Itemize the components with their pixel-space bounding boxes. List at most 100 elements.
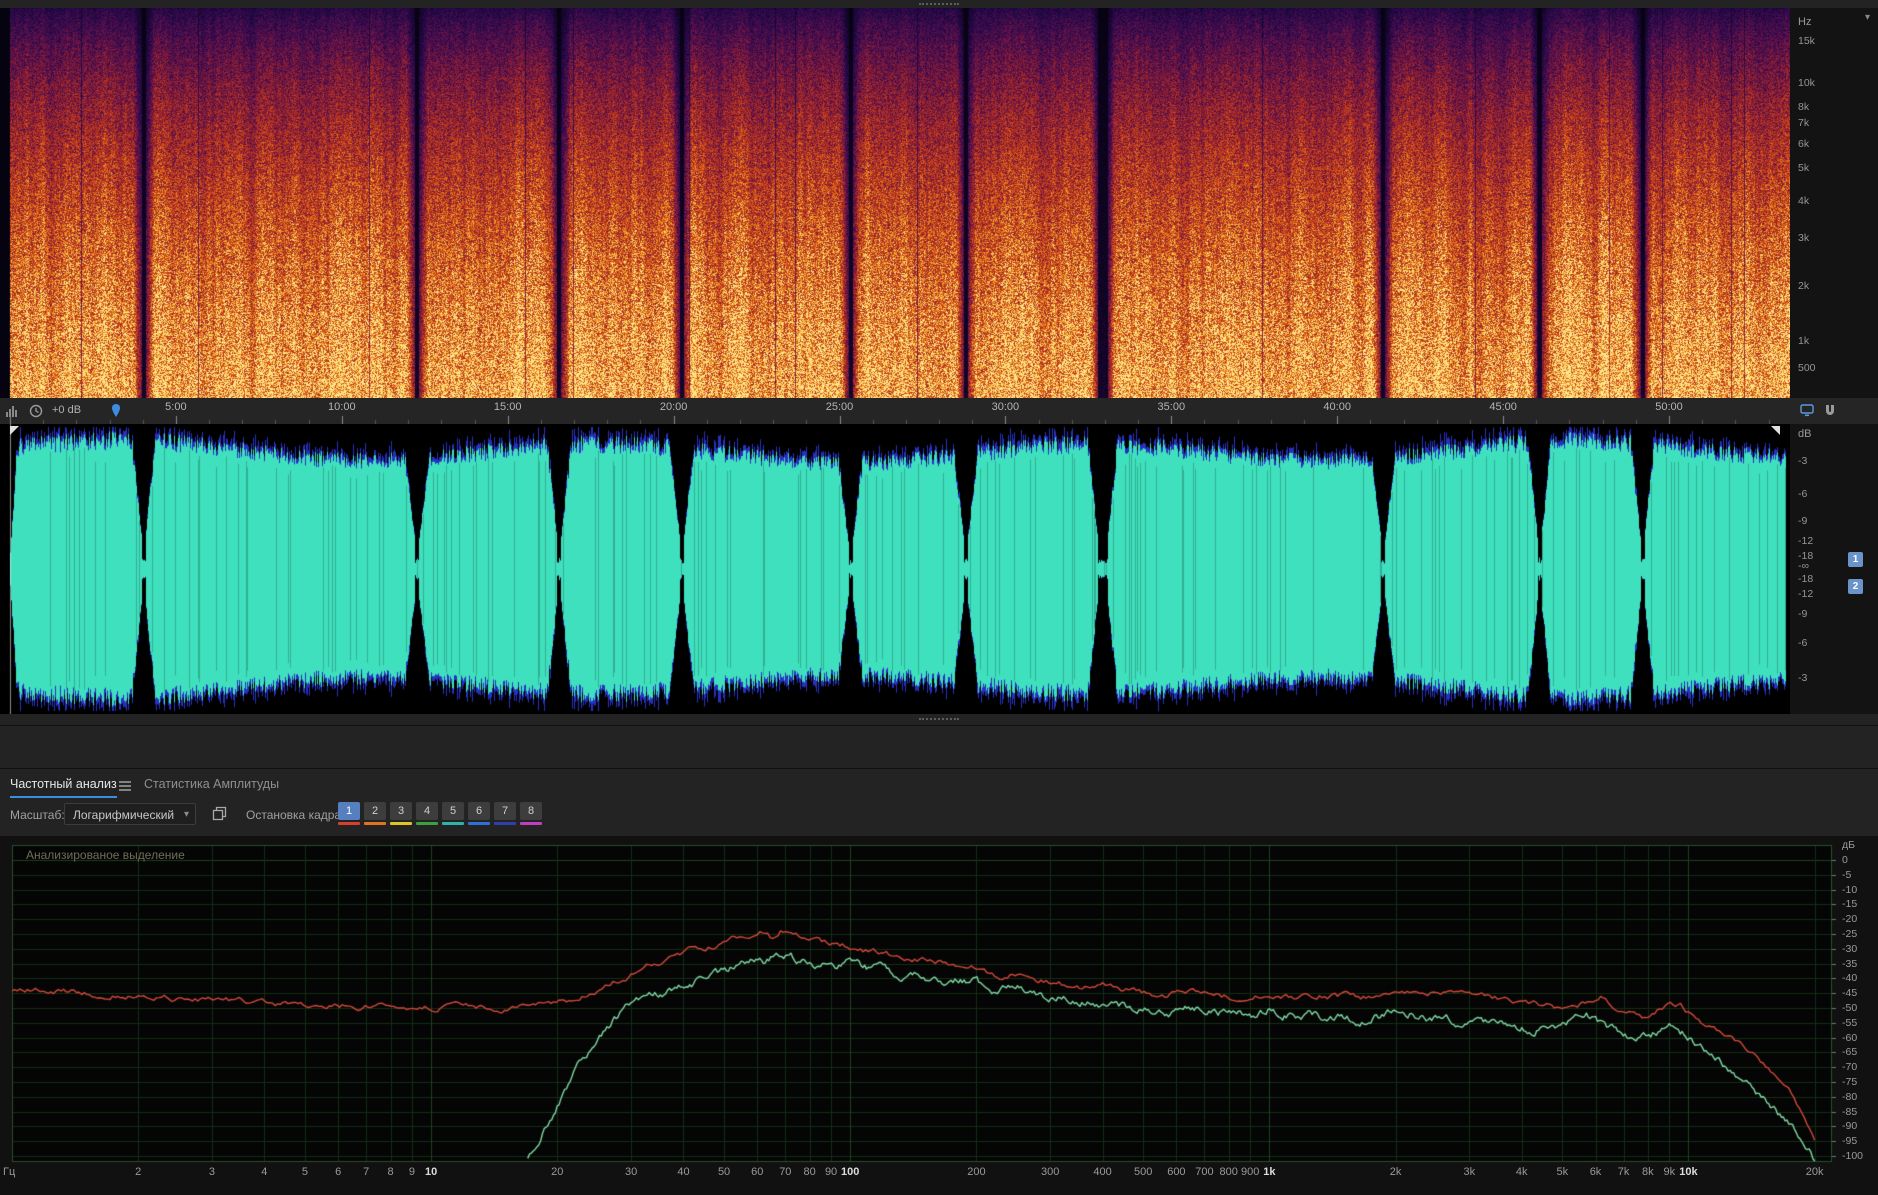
chart-db-scale: дБ 0 -5 -10 -15 -20 -25 -30 -35 -40 -45 -50 -55 -60 -6…: [1836, 836, 1878, 1166]
monitor-icon[interactable]: [1800, 404, 1815, 417]
hold-frame-button[interactable]: 8: [520, 802, 542, 825]
x-tick-label: 5: [301, 1166, 308, 1178]
frequency-tick-label: 15k: [1798, 34, 1815, 47]
timeline-ruler[interactable]: +0 dB 5:00 10:00 15:00 20:00 25:00 30:00 35:00…: [0, 398, 1878, 425]
frequency-tick-label: 5k: [1798, 161, 1810, 174]
scale-select[interactable]: Логарифмический ▾: [64, 803, 196, 825]
waveform-display[interactable]: [0, 424, 1790, 714]
time-label: 35:00: [1157, 401, 1186, 413]
x-tick-label: 3k: [1463, 1166, 1476, 1178]
time-label: 30:00: [991, 401, 1020, 413]
x-tick-label: 7k: [1617, 1166, 1630, 1178]
x-axis-unit-label: Гц: [3, 1166, 16, 1178]
amplitude-unit-label: dB: [1798, 428, 1812, 440]
x-tick-label: 2k: [1389, 1166, 1402, 1178]
x-tick-label: 300: [1041, 1166, 1060, 1178]
snap-icon[interactable]: [1824, 404, 1836, 418]
tab-amplitude-statistics[interactable]: Статистика Амплитуды: [144, 777, 279, 791]
x-tick-label: 800: [1219, 1166, 1238, 1178]
y-tick-label: -70: [1842, 1061, 1858, 1074]
y-tick-label: -45: [1842, 987, 1858, 1000]
selection-handle-left[interactable]: [10, 426, 19, 435]
x-tick-label: 2: [135, 1166, 142, 1178]
y-tick-label: -75: [1842, 1076, 1858, 1088]
y-tick-label: -15: [1842, 898, 1858, 911]
panel-menu-caret-icon[interactable]: ▾: [1865, 12, 1870, 23]
panel-drag-handle[interactable]: [919, 3, 959, 5]
hold-frame-button[interactable]: 3: [390, 802, 412, 825]
y-tick-label: -65: [1842, 1046, 1858, 1059]
x-tick-label: 8k: [1642, 1166, 1654, 1178]
hold-frame-button-label: 2: [364, 802, 386, 820]
time-label: 15:00: [493, 401, 522, 413]
db-tick-label: -12: [1798, 587, 1814, 600]
transport-bar: 0:00.000: [0, 726, 1878, 768]
copy-icon[interactable]: [212, 806, 227, 821]
channel-button[interactable]: 2: [1848, 579, 1863, 595]
hold-frame-button[interactable]: 4: [416, 802, 438, 825]
hold-frame-color-bar: [442, 822, 464, 825]
time-label: 40:00: [1323, 401, 1351, 413]
frequency-tick-label: 2k: [1798, 280, 1810, 293]
hold-frame-button[interactable]: 7: [494, 802, 516, 825]
frequency-tick-label: 10k: [1798, 76, 1815, 89]
x-tick-label: 20: [551, 1166, 564, 1178]
hold-frame-button[interactable]: 1: [338, 802, 360, 825]
x-tick-label: 900: [1240, 1166, 1260, 1178]
x-tick-label: 100: [841, 1166, 860, 1178]
selection-handle-right[interactable]: [1771, 426, 1780, 435]
hold-frame-button[interactable]: 5: [442, 802, 464, 825]
x-tick-label: 1k: [1263, 1166, 1276, 1178]
x-tick-label: 90: [824, 1166, 838, 1178]
frequency-tick-label: 8k: [1798, 101, 1810, 114]
frequency-unit-label: Hz: [1798, 16, 1812, 28]
analyzed-selection-label: Анализированое выделение: [26, 848, 185, 862]
frequency-tick-label: 3k: [1798, 232, 1810, 245]
db-tick-label: -18: [1798, 573, 1814, 586]
db-tick-label: -3: [1798, 671, 1808, 684]
time-label: 50:00: [1655, 401, 1683, 413]
pin-icon[interactable]: [110, 403, 122, 418]
hold-frames-label: Остановка кадра:: [246, 808, 345, 822]
db-tick-label: -∞: [1798, 560, 1809, 573]
clock-icon[interactable]: [29, 404, 43, 418]
scale-label: Масштаб:: [10, 808, 65, 822]
hold-frame-button-label: 1: [338, 802, 360, 820]
channel-button[interactable]: 1: [1848, 551, 1863, 567]
y-tick-label: -25: [1842, 928, 1858, 940]
panel-menu-icon[interactable]: [118, 780, 132, 792]
x-tick-label: 60: [751, 1166, 764, 1178]
spectrogram-display[interactable]: [0, 8, 1790, 398]
x-tick-label: 600: [1167, 1166, 1186, 1178]
frequency-tick-label: 1k: [1798, 335, 1810, 348]
chevron-down-icon: ▾: [183, 809, 189, 820]
y-tick-label: -80: [1842, 1090, 1858, 1103]
hold-frame-button[interactable]: 2: [364, 802, 386, 825]
x-tick-label: 7: [363, 1166, 370, 1178]
frequency-tick-label: 6k: [1798, 137, 1810, 150]
x-tick-label: 400: [1093, 1166, 1112, 1178]
spectrogram-frequency-scale: Hz ▾ 15k 10k 8k 7k 6k 5k 4k 3k 2k 1k 500: [1790, 8, 1878, 398]
panel-splitter-handle[interactable]: [919, 718, 959, 720]
x-tick-label: 200: [967, 1166, 986, 1178]
x-tick-label: 9: [408, 1166, 415, 1178]
time-label: 25:00: [825, 401, 854, 413]
y-tick-label: -10: [1842, 883, 1858, 896]
y-tick-label: -35: [1842, 957, 1858, 970]
frequency-tick-label: 7k: [1798, 117, 1810, 130]
time-label: 20:00: [659, 401, 688, 413]
y-tick-label: 0: [1842, 854, 1848, 866]
hold-frame-button-label: 6: [468, 802, 490, 820]
levels-meter-icon: [5, 404, 19, 418]
hold-frame-button[interactable]: 6: [468, 802, 490, 825]
x-tick-label: 5k: [1556, 1166, 1569, 1178]
x-tick-label: 30: [624, 1166, 638, 1178]
tab-frequency-analysis[interactable]: Частотный анализ: [10, 777, 117, 798]
x-tick-label: 3: [208, 1166, 216, 1178]
scale-select-value: Логарифмический: [73, 808, 175, 822]
y-axis-unit-label: дБ: [1842, 839, 1856, 851]
x-tick-label: 50: [717, 1166, 731, 1178]
db-tick-label: -12: [1798, 535, 1814, 548]
frequency-tick-label: 500: [1798, 361, 1816, 374]
x-tick-label: 10k: [1679, 1166, 1698, 1178]
